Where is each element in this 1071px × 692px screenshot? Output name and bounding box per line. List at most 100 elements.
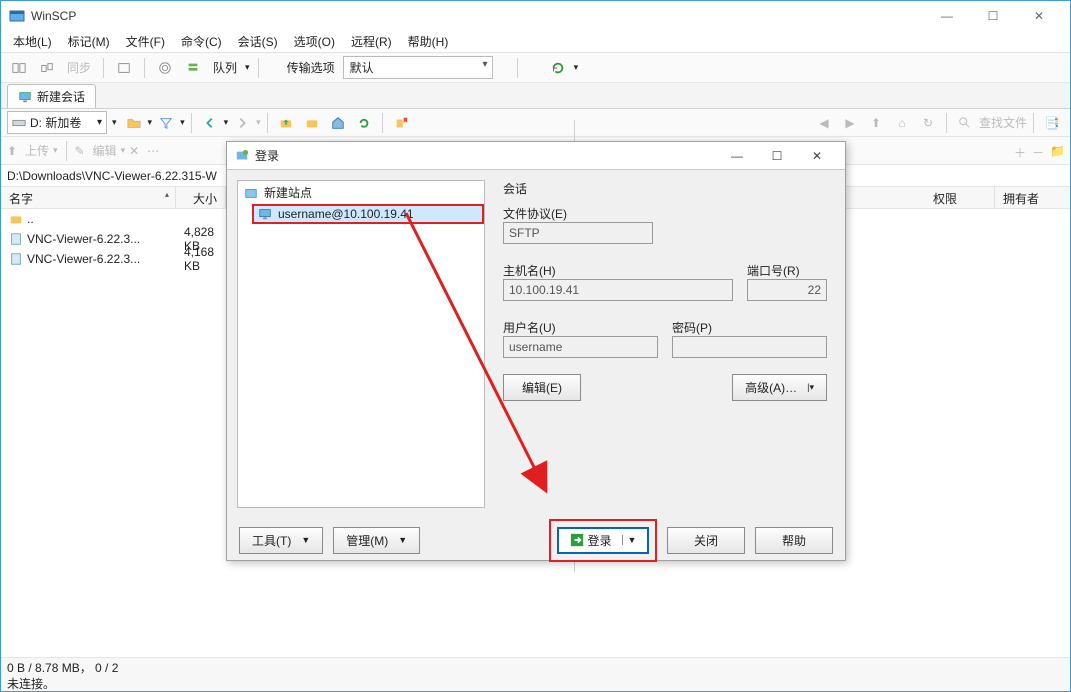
column-name[interactable]: 名字 <box>1 187 176 208</box>
menu-session[interactable]: 会话(S) <box>232 31 284 52</box>
password-label: 密码(P) <box>672 319 827 336</box>
dialog-titlebar: 登录 — ☐ ✕ <box>227 142 845 170</box>
menu-mark[interactable]: 标记(M) <box>62 31 116 52</box>
password-input[interactable] <box>672 336 827 358</box>
drive-toolbar: D: 新加卷 ▾ ▾ ▾ ▾ ▾ ◀ ▶ ⬆ ⌂ ↻ 查找文件 📑 <box>1 109 1070 137</box>
edit-label: 编辑 <box>93 142 117 159</box>
root-folder-icon[interactable] <box>300 111 324 135</box>
refresh-icon[interactable] <box>546 56 570 80</box>
upload-label: 上传 <box>25 142 49 159</box>
tree-new-site[interactable]: 新建站点 <box>238 181 484 204</box>
remote-reload-icon: ↻ <box>916 111 940 135</box>
new-session-tab[interactable]: 新建会话 <box>7 84 96 108</box>
column-owner[interactable]: 拥有者 <box>995 187 1070 208</box>
bookmark-icon[interactable] <box>389 111 413 135</box>
dialog-maximize-button[interactable]: ☐ <box>757 144 797 168</box>
session-tab-label: 新建会话 <box>37 88 85 105</box>
advanced-button[interactable]: 高级(A)…|▾ <box>732 374 827 401</box>
session-group-label: 会话 <box>503 180 827 197</box>
login-button-highlight: 登录 ▼ <box>549 519 657 562</box>
sites-tree[interactable]: 新建站点 username@10.100.19.41 <box>237 180 485 508</box>
queue-label: 队列 <box>209 59 241 76</box>
app-icon <box>9 8 25 24</box>
find-files-label: 查找文件 <box>979 114 1027 131</box>
protocol-select[interactable]: SFTP <box>503 222 653 244</box>
menu-local[interactable]: 本地(L) <box>7 31 58 52</box>
menu-remote[interactable]: 远程(R) <box>345 31 398 52</box>
user-label: 用户名(U) <box>503 319 658 336</box>
installer-icon <box>9 232 23 246</box>
new-plus-icon: ＋ <box>1014 144 1028 158</box>
help-button[interactable]: 帮助 <box>755 527 833 554</box>
transfer-option-select[interactable]: 默认 <box>343 56 493 79</box>
gear-icon[interactable] <box>153 56 177 80</box>
window-minimize-button[interactable]: — <box>924 1 970 31</box>
sync-label: 同步 <box>63 59 95 76</box>
protocol-label: 文件协议(E) <box>503 205 827 222</box>
dialog-minimize-button[interactable]: — <box>717 144 757 168</box>
back-icon[interactable] <box>198 111 222 135</box>
login-icon <box>235 149 249 163</box>
edit-button[interactable]: 编辑(E) <box>503 374 581 401</box>
delete-icon: ✕ <box>129 144 143 158</box>
port-input[interactable]: 22 <box>747 279 827 301</box>
installer-icon <box>9 252 23 266</box>
remote-bookmark-icon: 📑 <box>1040 111 1064 135</box>
user-input[interactable]: username <box>503 336 658 358</box>
menu-options[interactable]: 选项(O) <box>288 31 341 52</box>
parent-folder-icon[interactable] <box>274 111 298 135</box>
menu-file[interactable]: 文件(F) <box>120 31 171 52</box>
login-button[interactable]: 登录 ▼ <box>557 527 649 554</box>
port-label: 端口号(R) <box>747 262 827 279</box>
session-tab-bar: 新建会话 <box>1 83 1070 109</box>
home-icon[interactable] <box>326 111 350 135</box>
host-input[interactable]: 10.100.19.41 <box>503 279 733 301</box>
manage-button[interactable]: 管理(M)▼ <box>333 527 420 554</box>
dialog-title: 登录 <box>255 147 717 164</box>
drive-select[interactable]: D: 新加卷 <box>7 111 107 134</box>
window-titlebar: WinSCP — ☐ ✕ <box>1 1 1070 31</box>
folder-icon <box>244 186 258 200</box>
menu-bar: 本地(L) 标记(M) 文件(F) 命令(C) 会话(S) 选项(O) 远程(R… <box>1 31 1070 53</box>
close-button[interactable]: 关闭 <box>667 527 745 554</box>
properties-icon: ⋯ <box>147 144 161 158</box>
column-perm[interactable]: 权限 <box>925 187 995 208</box>
local-path: D:\Downloads\VNC-Viewer-6.22.315-W <box>7 169 217 183</box>
status-bar: 0 B / 8.78 MB， 0 / 2 未连接。 <box>1 657 1070 691</box>
monitor-icon <box>18 90 32 104</box>
monitor-icon <box>258 207 272 221</box>
menu-help[interactable]: 帮助(H) <box>402 31 455 52</box>
forward-icon[interactable] <box>230 111 254 135</box>
search-icon <box>953 111 977 135</box>
main-toolbar: 同步 队列 ▾ 传输选项 默认 ▾ <box>1 53 1070 83</box>
reload-icon[interactable] <box>352 111 376 135</box>
dialog-button-row: 工具(T)▼ 管理(M)▼ 登录 ▼ 关闭 帮助 <box>227 518 845 562</box>
column-size[interactable]: 大小 <box>176 187 226 208</box>
dialog-close-button[interactable]: ✕ <box>797 144 837 168</box>
host-label: 主机名(H) <box>503 262 733 279</box>
tree-site-item[interactable]: username@10.100.19.41 <box>252 204 484 224</box>
drive-icon <box>12 116 26 130</box>
remote-home-icon: ⌂ <box>890 111 914 135</box>
edit-icon: ✎ <box>75 144 89 158</box>
window-close-button[interactable]: ✕ <box>1016 1 1062 31</box>
sync-browse-icon[interactable] <box>7 56 31 80</box>
new-dir-icon: 📁 <box>1050 144 1064 158</box>
status-selection: 0 B / 8.78 MB， 0 / 2 <box>7 660 1064 676</box>
filter-icon[interactable] <box>154 111 178 135</box>
window-title: WinSCP <box>31 9 924 23</box>
window-maximize-button[interactable]: ☐ <box>970 1 1016 31</box>
remote-forward-icon: ▶ <box>838 111 862 135</box>
drive-label: D: 新加卷 <box>30 114 81 131</box>
folder-up-icon <box>9 212 23 226</box>
remote-parent-icon: ⬆ <box>864 111 888 135</box>
new-minus-icon: － <box>1032 144 1046 158</box>
queue-icon[interactable] <box>181 56 205 80</box>
menu-command[interactable]: 命令(C) <box>175 31 228 52</box>
remote-back-icon: ◀ <box>812 111 836 135</box>
terminal-icon[interactable] <box>112 56 136 80</box>
open-folder-icon[interactable] <box>122 111 146 135</box>
compare-icon[interactable] <box>35 56 59 80</box>
login-go-icon <box>570 533 584 547</box>
tools-button[interactable]: 工具(T)▼ <box>239 527 323 554</box>
